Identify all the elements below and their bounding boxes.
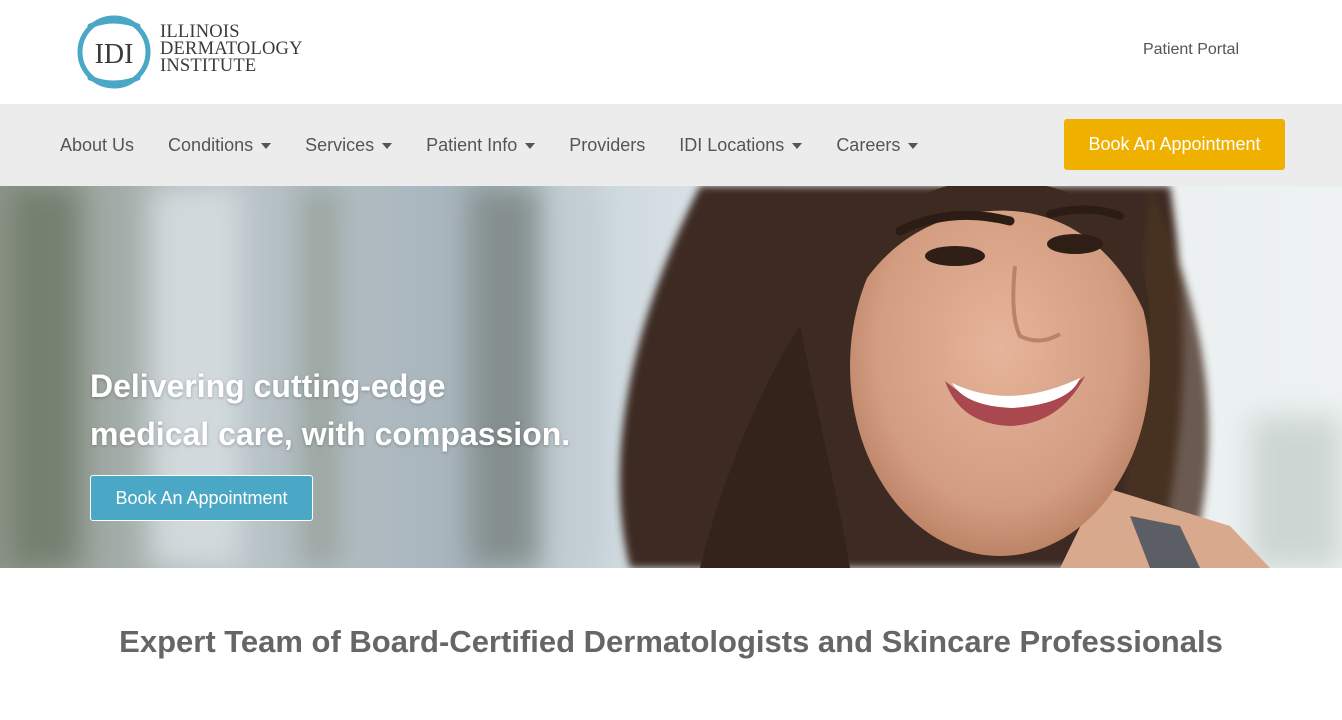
logo-wordmark: ILLINOIS DERMATOLOGY INSTITUTE: [160, 23, 303, 76]
nav-item-label: About Us: [60, 134, 135, 155]
hero-headline-line-1: Delivering cutting-edge: [90, 368, 446, 404]
nav-item-label: IDI Locations: [679, 134, 785, 155]
logo-line-3: INSTITUTE: [160, 56, 257, 76]
chevron-down-icon: [261, 143, 272, 149]
chevron-down-icon: [908, 143, 919, 149]
nav-item-patient-info[interactable]: Patient Info: [426, 134, 536, 156]
hero-headline-line-2: medical care, with compassion.: [90, 416, 571, 452]
hero-banner: Delivering cutting-edge medical care, wi…: [0, 186, 1342, 568]
nav-item-conditions[interactable]: Conditions: [168, 134, 272, 156]
nav-menu: About Us Conditions Services Patient Inf…: [60, 104, 952, 186]
hero-book-appointment-button[interactable]: Book An Appointment: [90, 475, 313, 521]
nav-item-label: Conditions: [168, 134, 254, 155]
nav-item-providers[interactable]: Providers: [569, 135, 645, 156]
site-logo[interactable]: IDI ILLINOIS DERMATOLOGY INSTITUTE: [72, 10, 312, 94]
hero-headline: Delivering cutting-edge medical care, wi…: [90, 362, 610, 458]
logo-letters: IDI: [95, 39, 134, 70]
book-appointment-button[interactable]: Book An Appointment: [1064, 119, 1285, 170]
nav-item-services[interactable]: Services: [305, 134, 393, 156]
nav-item-label: Careers: [836, 134, 901, 155]
nav-item-idi-locations[interactable]: IDI Locations: [679, 134, 803, 156]
nav-item-about-us[interactable]: About Us: [60, 135, 134, 156]
nav-item-careers[interactable]: Careers: [836, 134, 919, 156]
chevron-down-icon: [792, 143, 803, 149]
nav-item-label: Patient Info: [426, 134, 518, 155]
section-title: Expert Team of Board-Certified Dermatolo…: [119, 624, 1223, 659]
chevron-down-icon: [525, 143, 536, 149]
logo-mark-icon: IDI: [77, 15, 151, 89]
patient-portal-link[interactable]: Patient Portal: [1143, 41, 1239, 59]
site-header: IDI ILLINOIS DERMATOLOGY INSTITUTE Patie…: [0, 0, 1342, 104]
nav-item-label: Providers: [569, 134, 646, 155]
nav-item-label: Services: [305, 134, 375, 155]
chevron-down-icon: [382, 143, 393, 149]
